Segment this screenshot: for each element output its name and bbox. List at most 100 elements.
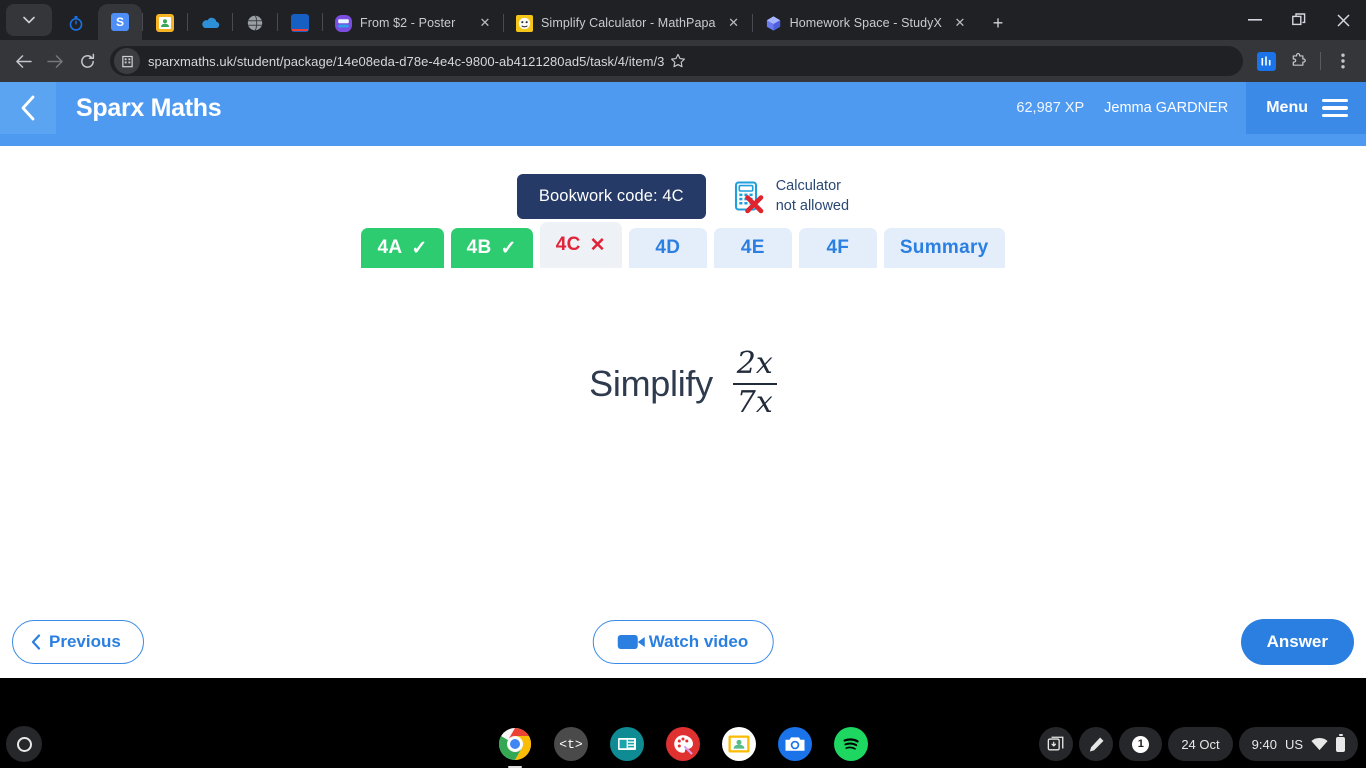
chevron-down-icon [23, 16, 35, 24]
fraction-denominator: 7x [736, 385, 773, 420]
chrome-menu-icon[interactable] [1328, 46, 1358, 76]
chevron-left-icon [21, 95, 35, 121]
paint-app-icon[interactable] [666, 727, 700, 761]
contacts-pinned-tab[interactable] [143, 6, 187, 40]
forward-arrow-icon [46, 54, 63, 68]
time-label: 9:40 [1251, 736, 1277, 752]
purple-hex-icon [335, 14, 352, 32]
sparx-s-icon: S [111, 13, 129, 31]
browser-tab[interactable]: Simplify Calculator - MathPapa ✕ [504, 6, 752, 40]
google-classroom-app-icon[interactable] [722, 727, 756, 761]
date-label: 24 Oct [1181, 736, 1220, 752]
tab-close-button[interactable]: ✕ [950, 13, 970, 33]
previous-button[interactable]: Previous [12, 620, 144, 664]
video-camera-icon [617, 635, 645, 649]
task-meta-row: Bookwork code: 4C Calculator not allowed [0, 174, 1366, 219]
task-tab-4b[interactable]: 4B ✓ [450, 228, 533, 268]
spotify-app-icon[interactable] [834, 727, 868, 761]
question-area: Simplify 2x 7x [0, 219, 1366, 549]
bookwork-code-badge: Bookwork code: 4C [516, 174, 706, 219]
task-tab-label: 4B [466, 237, 492, 258]
shelf-app-list: <t> [498, 727, 868, 768]
stopwatch-pinned-tab[interactable] [54, 6, 98, 40]
task-tab-4c[interactable]: 4C ✕ [539, 222, 622, 268]
previous-label: Previous [49, 632, 121, 651]
notification-tray-button[interactable]: 1 [1119, 727, 1163, 761]
stylus-pen-icon[interactable] [1079, 727, 1114, 761]
task-tab-4f[interactable]: 4F [798, 228, 877, 268]
header-band [0, 134, 1366, 146]
header-back-button[interactable] [0, 82, 56, 134]
close-window-button[interactable] [1322, 3, 1364, 37]
cloud-icon [202, 17, 220, 29]
calculator-not-allowed-icon [734, 180, 764, 213]
launcher-button[interactable] [6, 726, 42, 762]
launcher-circle-icon [16, 736, 32, 752]
blue-extension-icon[interactable] [1251, 46, 1281, 76]
screen: S From $2 - Poster ✕ Simplify Calculator… [0, 0, 1366, 768]
cross-icon: ✕ [589, 234, 606, 256]
sparx-pinned-tab[interactable]: S [98, 4, 142, 40]
tab-close-button[interactable]: ✕ [475, 13, 495, 33]
task-tab-label: 4E [740, 237, 765, 258]
news-app-icon[interactable] [610, 727, 644, 761]
status-tray-button[interactable]: 9:40 US [1238, 727, 1358, 761]
browser-tab[interactable]: From $2 - Poster ✕ [323, 6, 503, 40]
reload-icon [80, 53, 94, 68]
minimize-icon [1248, 19, 1262, 21]
check-icon: ✓ [411, 237, 428, 259]
camera-app-icon[interactable] [778, 727, 812, 761]
toolbar-divider [1320, 52, 1321, 70]
date-tray-button[interactable]: 24 Oct [1168, 727, 1233, 761]
fraction: 2x 7x [732, 346, 777, 421]
wifi-icon [1311, 737, 1328, 750]
watch-video-button[interactable]: Watch video [592, 620, 774, 664]
studyx-cube-icon [766, 15, 780, 31]
url-text: sparxmaths.uk/student/package/14e08eda-d… [148, 53, 665, 69]
window-controls [1234, 0, 1366, 40]
building-site-icon[interactable] [114, 48, 140, 74]
bookmark-star-icon[interactable] [664, 47, 692, 75]
tab-search-button[interactable] [6, 4, 52, 36]
back-button[interactable] [8, 46, 38, 76]
task-tab-4e[interactable]: 4E [713, 228, 792, 268]
watch-video-label: Watch video [648, 632, 749, 651]
mathpapa-face-icon [516, 14, 533, 32]
header-right: 62,987 XP Jemma GARDNER Menu [1016, 82, 1366, 134]
address-bar[interactable]: sparxmaths.uk/student/package/14e08eda-d… [110, 46, 1243, 76]
task-tab-4a[interactable]: 4A ✓ [361, 228, 444, 268]
minimize-window-button[interactable] [1234, 3, 1276, 37]
restore-icon [1292, 13, 1306, 26]
keyboard-layout-label: US [1284, 736, 1303, 752]
globe-icon [247, 15, 263, 31]
hamburger-icon [1322, 99, 1348, 117]
chrome-app-icon[interactable] [498, 727, 532, 768]
tab-title: Simplify Calculator - MathPapa [541, 16, 716, 30]
forward-button[interactable] [40, 46, 70, 76]
menu-button[interactable]: Menu [1246, 82, 1366, 134]
xp-counter: 62,987 XP [1016, 100, 1085, 116]
check-icon: ✓ [500, 237, 517, 259]
reload-button[interactable] [72, 46, 102, 76]
task-tab-label: 4C [555, 234, 581, 255]
task-tab-4d[interactable]: 4D [628, 228, 707, 268]
tynker-app-icon[interactable]: <t> [554, 727, 588, 761]
answer-button[interactable]: Answer [1240, 619, 1354, 665]
onedrive-pinned-tab[interactable] [188, 6, 232, 40]
sparx-maths-page: Sparx Maths 62,987 XP Jemma GARDNER Menu… [0, 82, 1366, 678]
task-tab-summary[interactable]: Summary [883, 228, 1005, 268]
new-tab-button[interactable]: + [984, 9, 1012, 37]
calculator-line-1: Calculator [775, 178, 841, 195]
restore-window-button[interactable] [1278, 3, 1320, 37]
browser-toolbar: sparxmaths.uk/student/package/14e08eda-d… [0, 40, 1366, 82]
tab-title: From $2 - Poster [360, 16, 456, 30]
question-content: Simplify 2x 7x [589, 346, 777, 421]
screen-capture-icon[interactable] [1039, 727, 1074, 761]
system-tray: 1 24 Oct 9:40 US [1039, 727, 1366, 761]
blue-doc-pinned-tab[interactable] [278, 6, 322, 40]
tab-close-button[interactable]: ✕ [724, 13, 744, 33]
globe-pinned-tab[interactable] [233, 6, 277, 40]
extensions-puzzle-icon[interactable] [1283, 46, 1313, 76]
browser-tab[interactable]: Homework Space - StudyX ✕ [753, 6, 978, 40]
action-bar: Previous Watch video Answer [0, 606, 1366, 678]
